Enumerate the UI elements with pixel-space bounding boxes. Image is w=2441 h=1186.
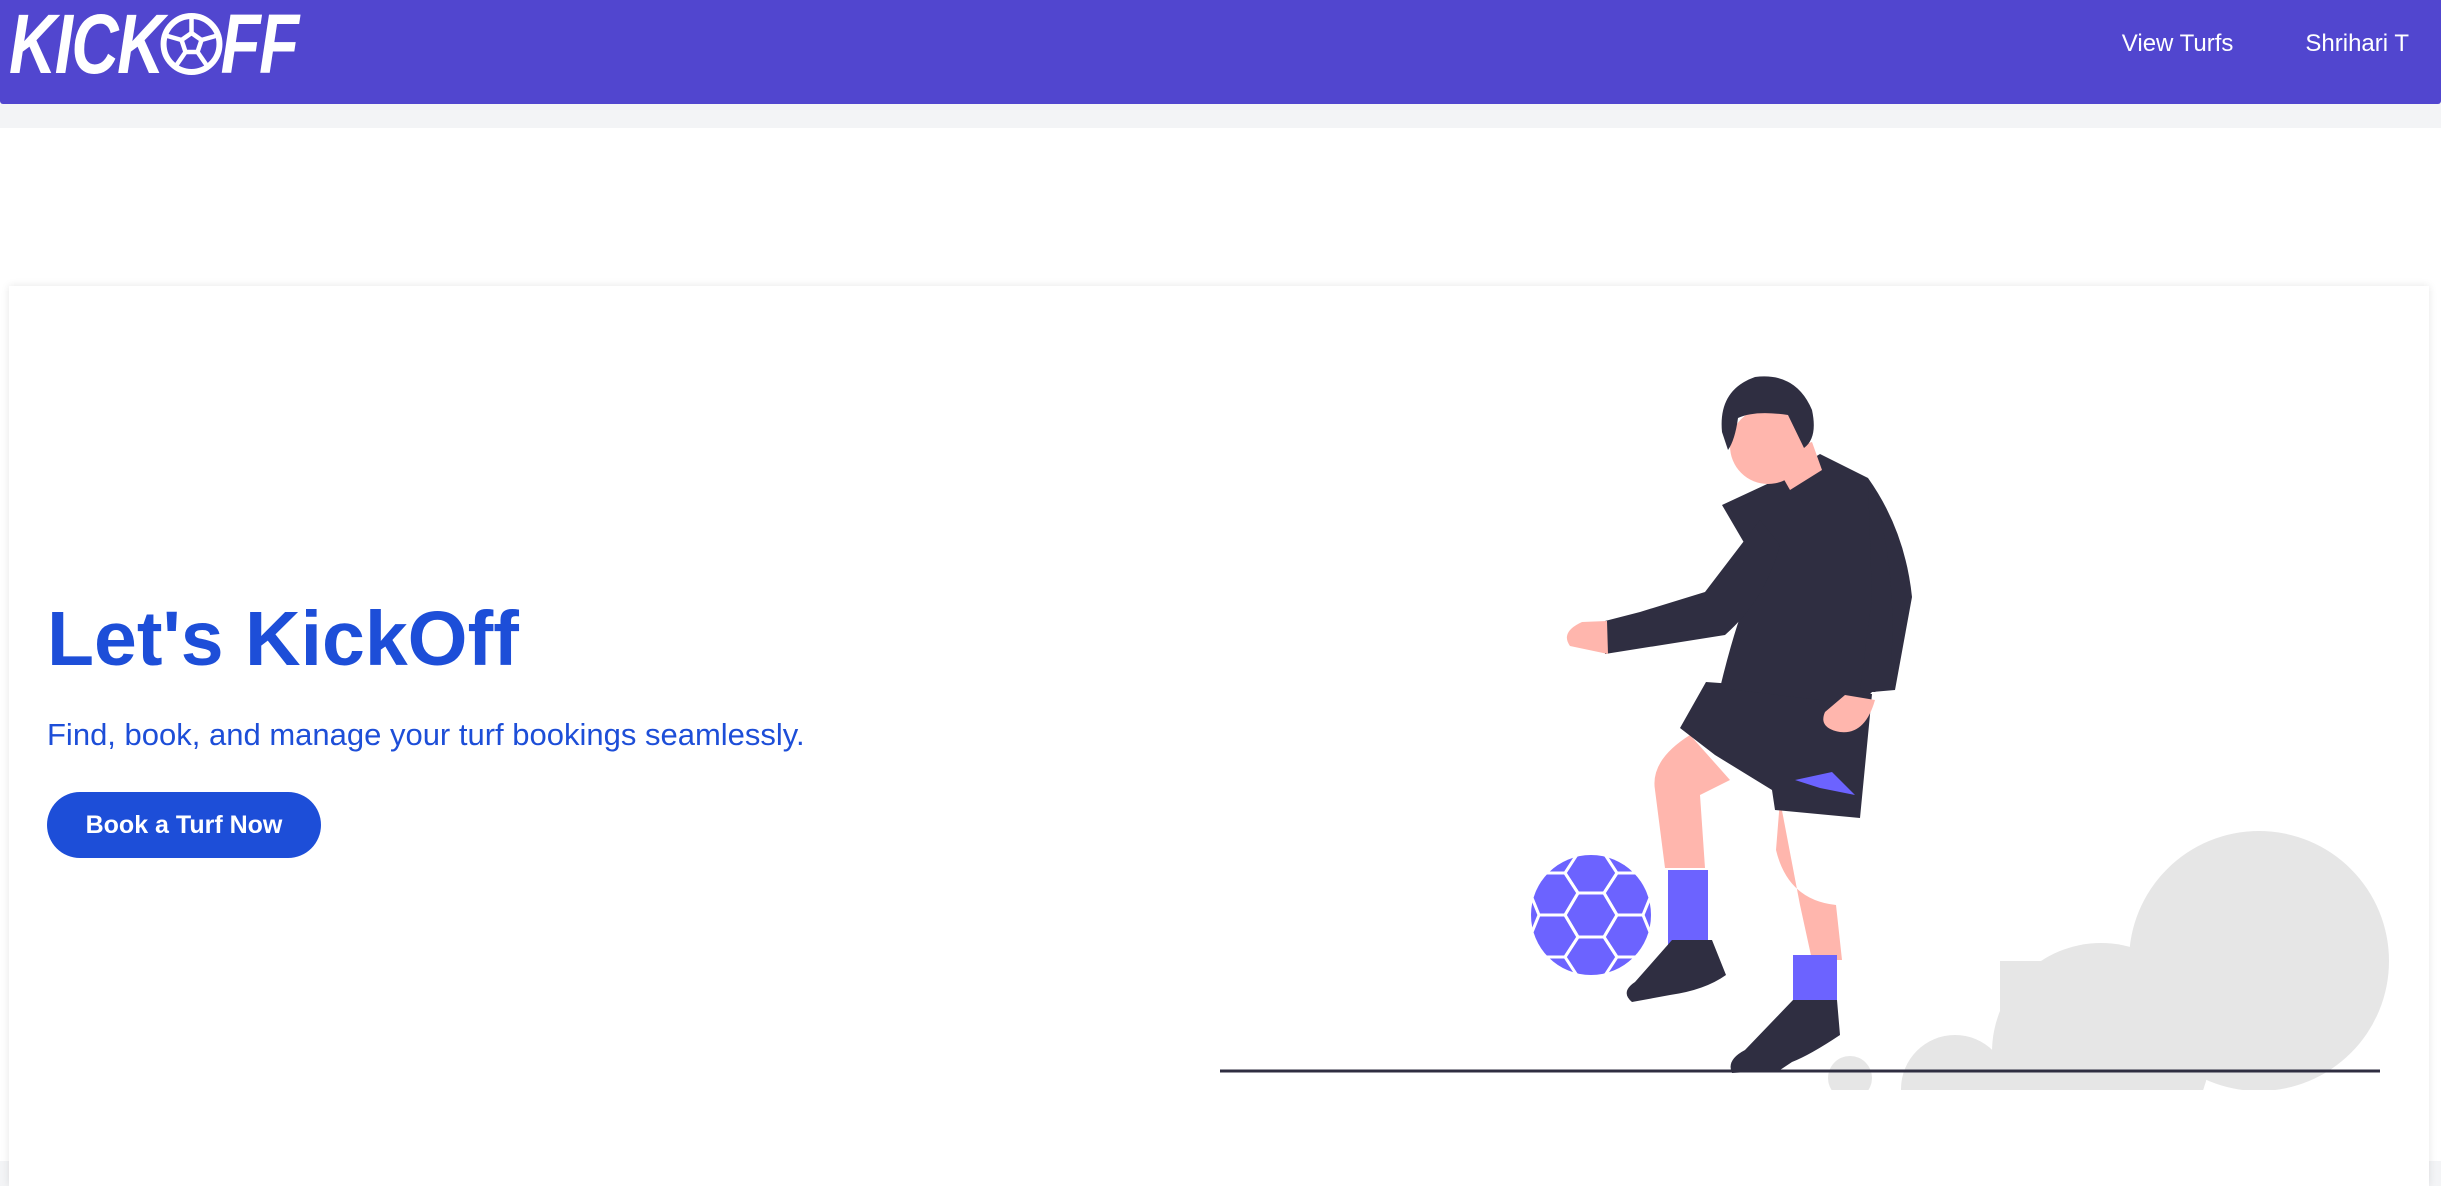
soccer-ball-icon — [160, 13, 223, 75]
soccer-player-illustration — [1220, 376, 2389, 1090]
hero-subtitle: Find, book, and manage your turf booking… — [47, 717, 805, 752]
nav-view-turfs-link[interactable]: View Turfs — [2122, 30, 2234, 58]
logo-text-ff: FF — [220, 0, 299, 91]
navbar: KICK FF View Turfs Shrihari T — [0, 0, 2441, 104]
book-turf-button[interactable]: Book a Turf Now — [47, 792, 321, 858]
nav-user-menu-link[interactable]: Shrihari T — [2305, 30, 2409, 58]
hero-title: Let's KickOff — [47, 596, 519, 682]
nav-links: View Turfs Shrihari T — [2122, 0, 2409, 88]
logo-text-kick: KICK — [9, 0, 164, 91]
cloud-shape — [1828, 831, 2389, 1090]
soccer-ball-graphic — [1528, 851, 1654, 979]
kickoff-logo[interactable]: KICK FF — [9, 2, 299, 86]
